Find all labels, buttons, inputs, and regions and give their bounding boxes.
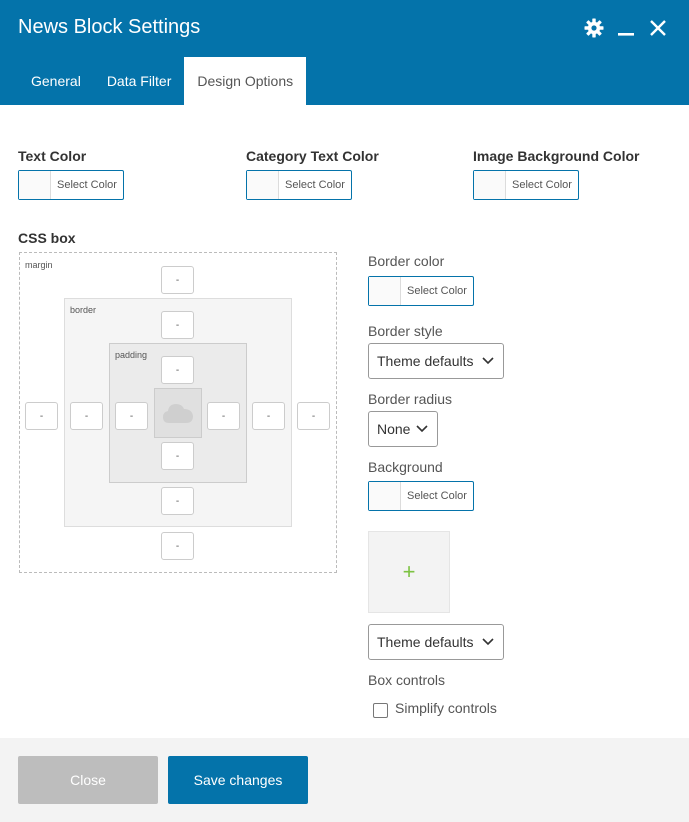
padding-right-input[interactable]: -: [207, 402, 240, 430]
text-color-label: Text Color: [18, 148, 87, 164]
chevron-down-icon: [482, 638, 494, 646]
border-color-picker[interactable]: Select Color: [368, 276, 474, 306]
dialog-footer: Close Save changes: [0, 738, 689, 822]
chevron-down-icon: [482, 357, 494, 365]
box-controls-label: Box controls: [368, 672, 446, 688]
border-right-input[interactable]: -: [252, 402, 285, 430]
border-radius-value: None: [377, 421, 411, 437]
simplify-controls-label: Simplify controls: [395, 700, 497, 716]
select-color-label: Select Color: [285, 179, 345, 191]
tab-design-options[interactable]: Design Options: [184, 57, 307, 105]
tab-bar: General Data Filter Design Options: [18, 57, 307, 105]
select-color-label: Select Color: [512, 179, 572, 191]
color-swatch: [19, 171, 51, 199]
margin-label: margin: [25, 260, 53, 270]
padding-left-input[interactable]: -: [115, 402, 148, 430]
border-color-label: Border color: [368, 253, 445, 269]
border-style-select[interactable]: Theme defaults: [368, 343, 504, 379]
border-style-value: Theme defaults: [377, 353, 474, 369]
dialog-header: News Block Settings General Data Filter …: [0, 0, 689, 105]
plus-icon: +: [402, 559, 416, 584]
image-background-color-label: Image Background Color: [473, 148, 640, 164]
border-label: border: [70, 305, 97, 315]
border-top-input[interactable]: -: [161, 311, 194, 339]
border-left-input[interactable]: -: [70, 402, 103, 430]
cloud-icon: [163, 404, 193, 423]
css-box-label: CSS box: [18, 230, 76, 246]
border-radius-label: Border radius: [368, 391, 453, 407]
close-icon[interactable]: [647, 17, 669, 39]
color-swatch: [474, 171, 506, 199]
gear-icon[interactable]: [583, 17, 605, 39]
tab-general[interactable]: General: [18, 57, 94, 105]
margin-top-input[interactable]: -: [161, 266, 194, 294]
select-color-label: Select Color: [57, 179, 117, 191]
background-style-value: Theme defaults: [377, 634, 474, 650]
padding-top-input[interactable]: -: [161, 356, 194, 384]
text-color-picker[interactable]: Select Color: [18, 170, 124, 200]
select-color-label: Select Color: [407, 285, 467, 297]
category-text-color-picker[interactable]: Select Color: [246, 170, 352, 200]
minimize-icon[interactable]: [615, 17, 637, 39]
image-background-color-picker[interactable]: Select Color: [473, 170, 579, 200]
simplify-controls-checkbox[interactable]: [373, 703, 388, 718]
background-image-upload[interactable]: +: [368, 531, 450, 613]
background-label: Background: [368, 459, 443, 475]
chevron-down-icon: [416, 425, 428, 433]
tab-data-filter[interactable]: Data Filter: [94, 57, 185, 105]
margin-right-input[interactable]: -: [297, 402, 330, 430]
color-swatch: [369, 277, 401, 305]
header-controls: [583, 17, 669, 39]
color-swatch: [247, 171, 279, 199]
padding-bottom-input[interactable]: -: [161, 442, 194, 470]
save-changes-button[interactable]: Save changes: [168, 756, 308, 804]
padding-label: padding: [115, 350, 148, 360]
background-style-select[interactable]: Theme defaults: [368, 624, 504, 660]
border-style-label: Border style: [368, 323, 443, 339]
margin-bottom-input[interactable]: -: [161, 532, 194, 560]
margin-left-input[interactable]: -: [25, 402, 58, 430]
dialog-title: News Block Settings: [18, 16, 201, 38]
background-color-picker[interactable]: Select Color: [368, 481, 474, 511]
border-bottom-input[interactable]: -: [161, 487, 194, 515]
close-button[interactable]: Close: [18, 756, 158, 804]
category-text-color-label: Category Text Color: [246, 148, 379, 164]
css-box-content-area: [154, 388, 202, 438]
select-color-label: Select Color: [407, 490, 467, 502]
border-radius-select[interactable]: None: [368, 411, 438, 447]
color-swatch: [369, 482, 401, 510]
